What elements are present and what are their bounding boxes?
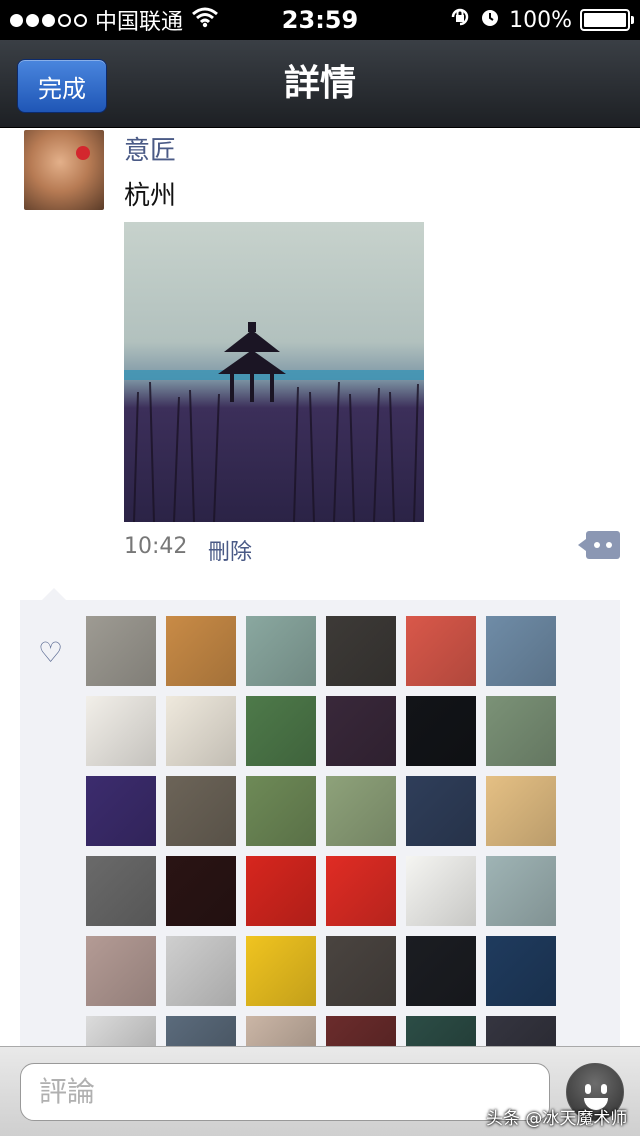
liker-avatar[interactable] [326,936,396,1006]
heart-icon: ♡ [38,636,64,669]
liker-avatar[interactable] [486,776,556,846]
liker-avatar[interactable] [486,856,556,926]
liker-avatar[interactable] [86,1016,156,1046]
liker-avatar[interactable] [86,776,156,846]
liker-avatar[interactable] [86,696,156,766]
liker-avatar[interactable] [326,776,396,846]
liker-avatar[interactable] [166,936,236,1006]
page-title: 詳情 [283,63,356,104]
liker-avatar[interactable] [246,1016,316,1046]
liker-avatar[interactable] [246,776,316,846]
rotation-lock-icon [449,6,471,34]
alarm-icon [479,6,501,34]
liker-avatar[interactable] [406,856,476,926]
liker-avatar[interactable] [246,616,316,686]
battery-percent: 100% [509,7,572,33]
liker-avatar[interactable] [406,696,476,766]
liker-avatar[interactable] [166,616,236,686]
liker-avatar[interactable] [246,696,316,766]
navigation-bar: 完成 詳情 [0,40,640,128]
liker-avatar[interactable] [326,856,396,926]
liker-avatar[interactable] [246,856,316,926]
liker-avatar[interactable] [486,616,556,686]
status-right: 100% [449,0,634,40]
post-photo[interactable] [124,222,424,522]
comment-input[interactable]: 評論 [20,1063,550,1121]
liker-avatar[interactable] [86,856,156,926]
liker-avatar[interactable] [326,1016,396,1046]
liker-avatar[interactable] [246,936,316,1006]
liker-avatar[interactable] [406,616,476,686]
watermark: 头条 @冰天魔术师 [486,1109,628,1129]
liker-avatar[interactable] [86,616,156,686]
battery-icon [580,9,634,31]
liker-avatar[interactable] [166,856,236,926]
liker-avatar[interactable] [486,1016,556,1046]
liker-avatar[interactable] [166,776,236,846]
comment-action-icon[interactable] [578,531,620,559]
author-name[interactable]: 意匠 [124,130,176,167]
liker-avatar[interactable] [86,936,156,1006]
likes-panel: ♡ [20,588,620,1060]
liker-avatar[interactable] [326,696,396,766]
liker-avatar[interactable] [326,616,396,686]
liker-avatar[interactable] [486,696,556,766]
post-time: 10:42 [124,534,188,559]
post-text: 杭州 [124,181,177,211]
delete-link[interactable]: 刪除 [208,534,252,566]
liker-avatar[interactable] [166,1016,236,1046]
liker-avatar[interactable] [406,936,476,1006]
liker-avatar[interactable] [486,936,556,1006]
status-bar: 中国联通 23:59 100% [0,0,640,40]
author-avatar[interactable] [24,130,104,210]
liker-avatar[interactable] [406,776,476,846]
liker-avatar[interactable] [406,1016,476,1046]
liker-avatar[interactable] [166,696,236,766]
